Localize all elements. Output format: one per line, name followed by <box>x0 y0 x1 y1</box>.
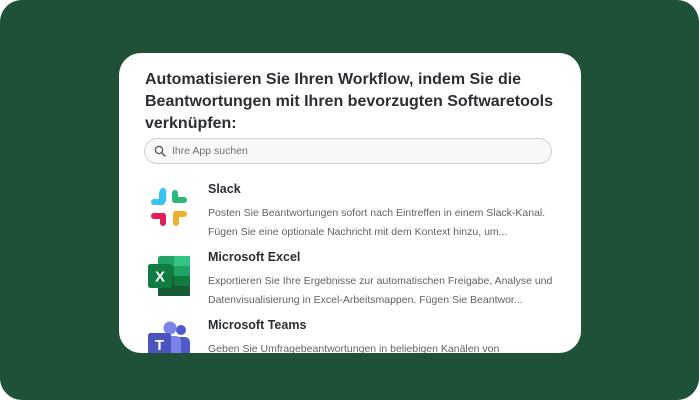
search-bar[interactable] <box>144 138 552 164</box>
app-description: Geben Sie Umfragebeantwortungen in belie… <box>208 343 500 353</box>
background-frame: Automatisieren Sie Ihren Workflow, indem… <box>0 0 699 400</box>
svg-text:T: T <box>155 337 164 353</box>
integrations-card: Automatisieren Sie Ihren Workflow, indem… <box>119 53 581 353</box>
app-name: Slack <box>208 182 241 196</box>
page-title: Automatisieren Sie Ihren Workflow, indem… <box>145 71 554 132</box>
app-item-teams[interactable]: T Microsoft Teams Geben Sie Umfragebeant… <box>145 318 565 353</box>
search-icon <box>154 145 166 157</box>
app-item-excel[interactable]: X Microsoft Excel Exportieren Sie Ihre E… <box>145 250 565 314</box>
app-description: Exportieren Sie Ihre Ergebnisse zur auto… <box>208 275 553 306</box>
svg-text:X: X <box>155 269 165 286</box>
search-input[interactable] <box>172 139 542 163</box>
app-description: Posten Sie Beantwortungen sofort nach Ei… <box>208 207 546 238</box>
slack-icon <box>151 188 187 226</box>
teams-icon: T <box>148 321 190 353</box>
excel-icon: X <box>148 256 190 296</box>
app-name: Microsoft Teams <box>208 318 307 332</box>
app-item-slack[interactable]: Slack Posten Sie Beantwortungen sofort n… <box>145 182 565 246</box>
app-name: Microsoft Excel <box>208 250 301 264</box>
